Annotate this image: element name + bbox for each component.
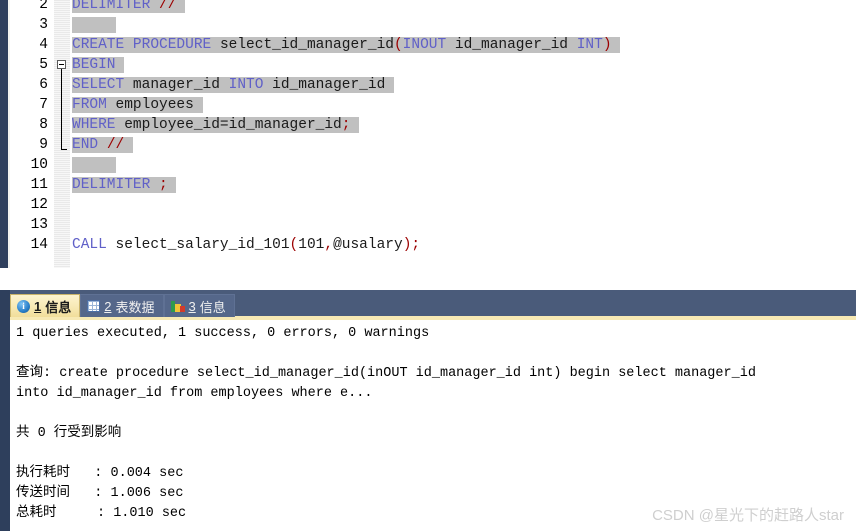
code-folding-column[interactable] (54, 0, 70, 268)
results-tab-3[interactable]: 3 信息 (163, 294, 235, 317)
csdn-watermark: CSDN @星光下的赶路人star (652, 507, 844, 524)
results-tab-label: 信息 (45, 299, 72, 315)
code-line[interactable]: FROM employees (72, 95, 203, 115)
results-tab-number: 1 (34, 298, 42, 314)
line-number: 6 (39, 77, 48, 93)
code-line[interactable] (72, 15, 116, 35)
code-token: DELIMITER (72, 0, 160, 13)
code-fold-end-marker (61, 149, 67, 150)
code-token: FROM (72, 97, 116, 113)
line-number: 12 (30, 197, 48, 213)
editor-left-frame (0, 0, 8, 268)
results-tab-number: 2 (104, 298, 112, 314)
results-tab-label: 表数据 (115, 299, 155, 315)
code-token: id_manager_id (272, 77, 386, 93)
code-token: employee_id=id_manager_id (124, 117, 342, 133)
line-number: 10 (30, 157, 48, 173)
result-log-line: 总耗时 : 1.010 sec (16, 506, 187, 521)
results-tab-1[interactable]: i 1 信息 (10, 294, 81, 317)
grid-icon (87, 300, 101, 312)
code-token: CREATE PROCEDURE (72, 37, 220, 53)
code-token: @usalary (333, 237, 403, 253)
code-token: INTO (228, 77, 273, 93)
line-number: 14 (30, 237, 48, 253)
code-token: DELIMITER (72, 177, 160, 193)
code-token: END (72, 137, 107, 153)
result-log-line: 共 0 行受到影响 (16, 426, 122, 441)
code-line[interactable]: BEGIN (72, 55, 125, 75)
code-line[interactable]: CREATE PROCEDURE select_id_manager_id(IN… (72, 35, 621, 55)
code-token: 101 (298, 237, 325, 253)
result-log-line: 1 queries executed, 1 success, 0 errors,… (16, 326, 430, 341)
code-line[interactable]: DELIMITER ; (72, 175, 177, 195)
code-token: id_manager_id (454, 37, 577, 53)
code-token: INOUT (402, 37, 455, 53)
line-number: 13 (30, 217, 48, 233)
code-line[interactable] (72, 155, 116, 175)
results-tab-number: 3 (188, 298, 196, 314)
code-line[interactable]: WHERE employee_id=id_manager_id; (72, 115, 360, 135)
code-token: INT (576, 37, 603, 53)
line-number: 3 (39, 17, 48, 33)
code-token: ( (393, 37, 403, 53)
code-token: ; (159, 177, 168, 193)
code-token: // (106, 137, 125, 153)
line-number: 7 (39, 97, 48, 113)
line-number: 5 (39, 57, 48, 73)
chart-icon (170, 300, 185, 312)
code-token: select_id_manager_id (219, 37, 394, 53)
code-token: select_salary_id_101 (115, 237, 290, 253)
result-log-line: into id_manager_id from employees where … (16, 386, 373, 401)
code-token: ; (411, 237, 421, 253)
sql-editor-pane[interactable]: 2 DELIMITER // 3 4 CREATE PROCEDURE select… (0, 0, 856, 268)
code-token: , (324, 237, 334, 253)
code-text-area[interactable]: 2 DELIMITER // 3 4 CREATE PROCEDURE select… (10, 0, 856, 268)
results-log-output[interactable]: 1 queries executed, 1 success, 0 errors,… (10, 320, 856, 531)
line-number: 8 (39, 117, 48, 133)
code-line[interactable]: END // (72, 135, 133, 155)
code-token: BEGIN (72, 57, 116, 73)
line-number: 9 (39, 137, 48, 153)
line-number: 2 (39, 0, 48, 13)
code-token: ( (289, 237, 299, 253)
code-token: CALL (72, 237, 116, 253)
results-pane: i 1 信息 2 表数据 3 信息 1 queries executed, 1 succes… (0, 290, 856, 531)
code-line[interactable]: DELIMITER // (72, 0, 186, 15)
code-token: WHERE (72, 117, 125, 133)
code-token: // (159, 0, 177, 13)
sql-client-window: 2 DELIMITER // 3 4 CREATE PROCEDURE select… (0, 0, 856, 531)
code-token: SELECT (72, 77, 133, 93)
results-tab-label: 信息 (199, 299, 226, 315)
code-token: ) (602, 37, 612, 53)
line-number: 11 (30, 177, 48, 193)
results-left-frame (0, 290, 10, 531)
result-log-line: 传送时间 : 1.006 sec (16, 486, 184, 501)
code-token: manager_id (132, 77, 229, 93)
results-tab-2[interactable]: 2 表数据 (80, 294, 164, 317)
result-log-line: 查询: create procedure select_id_manager_i… (16, 366, 756, 381)
results-tab-bar[interactable]: i 1 信息 2 表数据 3 信息 (10, 293, 235, 317)
result-log-line: 执行耗时 : 0.004 sec (16, 466, 184, 481)
code-token: employees (115, 97, 194, 113)
code-line[interactable]: CALL select_salary_id_101(101,@usalary); (72, 235, 420, 255)
info-icon: i (17, 299, 30, 313)
code-fold-guide (61, 69, 62, 149)
line-number: 4 (39, 37, 48, 53)
code-fold-toggle-icon[interactable] (57, 60, 66, 69)
code-line[interactable]: SELECT manager_id INTO id_manager_id (72, 75, 394, 95)
